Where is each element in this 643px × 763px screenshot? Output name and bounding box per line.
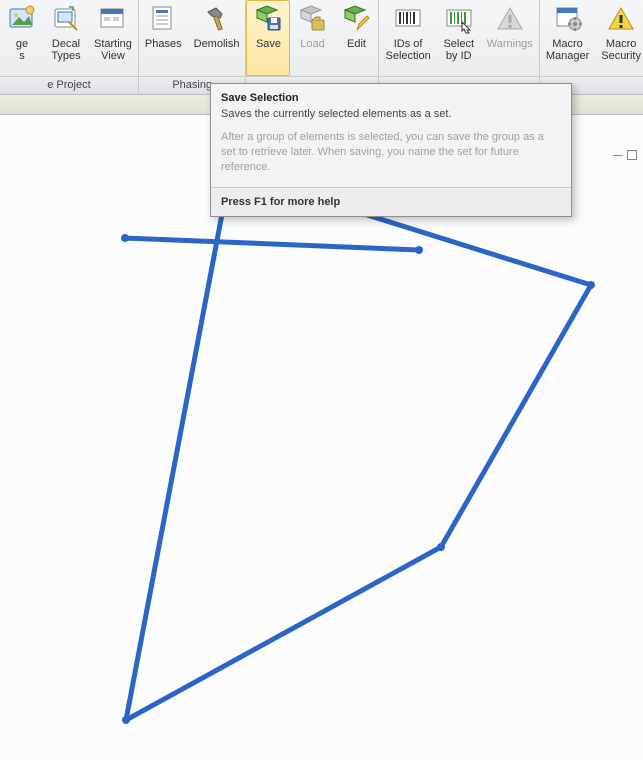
ids-of-selection-label: IDs of Selection <box>385 38 430 62</box>
decal-types-label: Decal Types <box>51 38 80 62</box>
edit-button[interactable]: Edit <box>334 0 378 76</box>
endpoint-handle[interactable] <box>415 246 423 254</box>
macro-security-label: Macro Security <box>601 38 641 62</box>
starting-view-icon <box>98 4 128 34</box>
dash-icon[interactable]: — <box>613 150 623 161</box>
endpoint-handle[interactable] <box>122 716 130 724</box>
macro-manager-label: Macro Manager <box>546 38 589 62</box>
tooltip-save-selection: Save Selection Saves the currently selec… <box>210 83 572 217</box>
save-selection-icon <box>253 4 283 34</box>
selected-line[interactable] <box>125 238 419 250</box>
load-selection-icon <box>297 4 327 34</box>
box-icon[interactable] <box>627 150 637 160</box>
images-button[interactable]: ge s <box>0 0 44 76</box>
save-label: Save <box>256 38 281 62</box>
ribbon-group: Macro Manager Macro Security <box>540 0 643 94</box>
tooltip-footer: Press F1 for more help <box>211 187 571 216</box>
ribbon-group: PhasesDemolishPhasing <box>139 0 247 94</box>
ribbon-group: ge s Decal Types Starting View e Project <box>0 0 139 94</box>
decal-icon <box>51 4 81 34</box>
macro-manager-icon <box>553 4 583 34</box>
ribbon: ge s Decal Types Starting View e Project Pha… <box>0 0 643 95</box>
phases-button[interactable]: Phases <box>139 0 188 76</box>
select-by-id-button[interactable]: Select by ID <box>437 0 481 76</box>
image-icon <box>7 4 37 34</box>
load-label: Load <box>300 38 324 62</box>
edit-selection-icon <box>341 4 371 34</box>
macro-security-icon <box>606 4 636 34</box>
starting-view-button[interactable]: Starting View <box>88 0 138 76</box>
tooltip-detail: After a group of elements is selected, y… <box>211 130 571 187</box>
images-label: ge s <box>16 38 28 62</box>
group-label: e Project <box>0 76 138 94</box>
macro-security-button[interactable]: Macro Security <box>595 0 643 76</box>
ids-of-selection-button[interactable]: IDs of Selection <box>379 0 436 76</box>
select-by-id-label: Select by ID <box>443 38 474 62</box>
starting-view-label: Starting View <box>94 38 132 62</box>
barcode-cursor-icon <box>444 4 474 34</box>
edit-label: Edit <box>347 38 366 62</box>
ribbon-group: IDs of Selection Select by ID Warnings <box>379 0 539 94</box>
endpoint-handle[interactable] <box>121 234 129 242</box>
decal-types-button[interactable]: Decal Types <box>44 0 88 76</box>
save-button[interactable]: Save <box>246 0 290 76</box>
selected-polygon[interactable] <box>126 172 591 720</box>
barcode-icon <box>393 4 423 34</box>
tooltip-title: Save Selection <box>211 84 571 108</box>
phases-label: Phases <box>145 38 182 62</box>
view-control-icons[interactable]: — <box>613 150 637 161</box>
macro-manager-button[interactable]: Macro Manager <box>540 0 595 76</box>
warning-icon <box>495 4 525 34</box>
warnings-button: Warnings <box>481 0 539 76</box>
phases-icon <box>148 4 178 34</box>
demolish-button[interactable]: Demolish <box>188 0 246 76</box>
endpoint-handle[interactable] <box>437 543 445 551</box>
warnings-label: Warnings <box>487 38 533 62</box>
hammer-icon <box>202 4 232 34</box>
ribbon-group: Save Load Edit <box>246 0 379 94</box>
endpoint-handle[interactable] <box>587 281 595 289</box>
load-button: Load <box>290 0 334 76</box>
demolish-label: Demolish <box>194 38 240 62</box>
tooltip-description: Saves the currently selected elements as… <box>211 108 571 130</box>
